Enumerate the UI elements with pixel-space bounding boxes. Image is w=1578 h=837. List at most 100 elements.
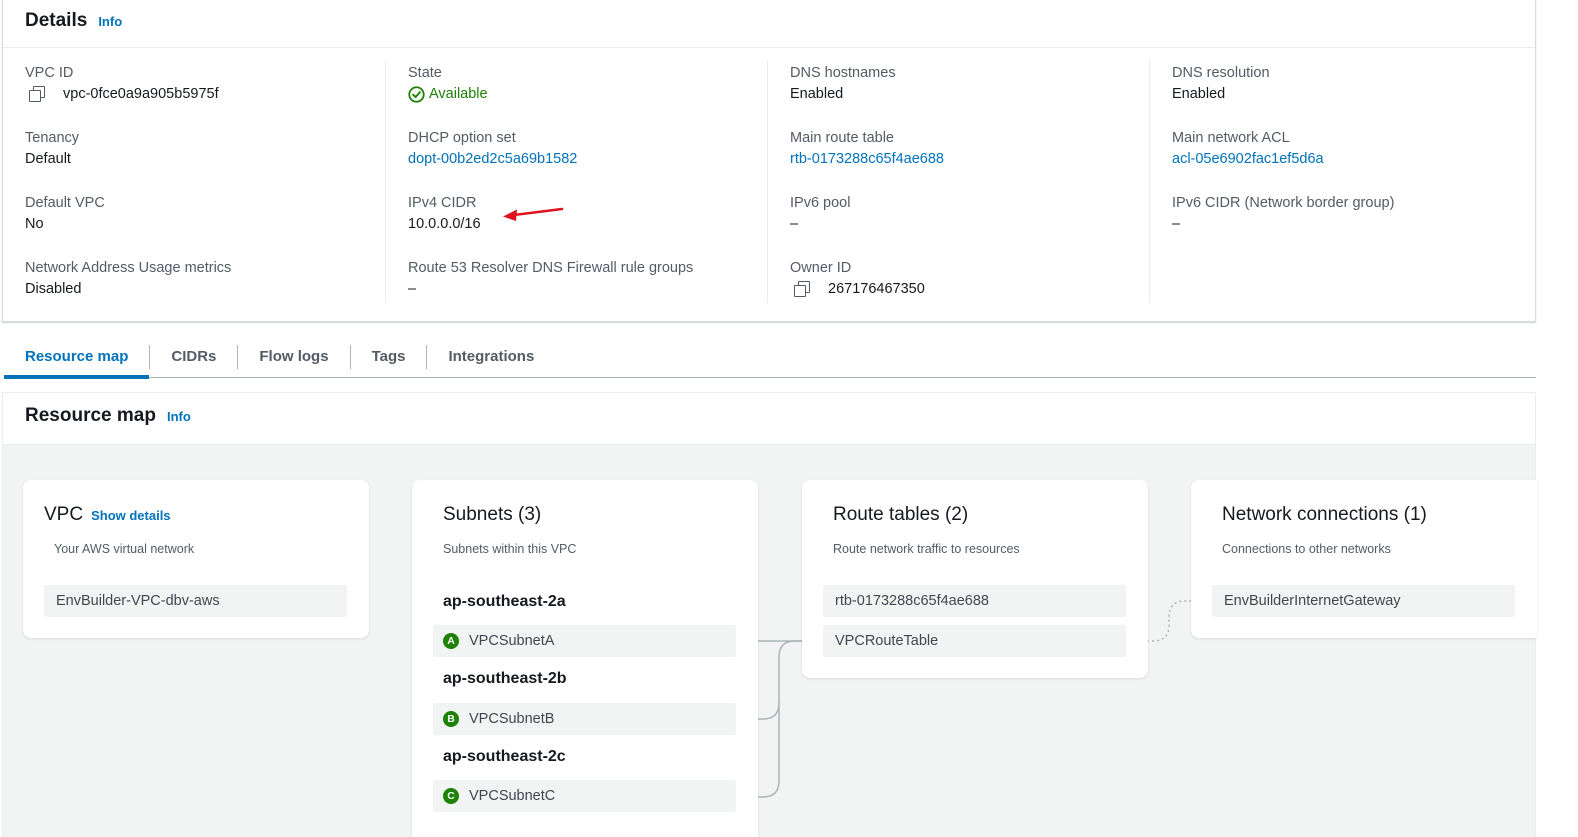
field-label: Tenancy	[25, 130, 80, 146]
dns-resolution-value: Enabled	[1172, 86, 1226, 102]
field-label: IPv4 CIDR	[408, 195, 477, 211]
route-tables-card: Route tables (2) Route network traffic t…	[802, 480, 1148, 678]
field-label: DNS resolution	[1172, 65, 1270, 81]
details-info-link[interactable]: Info	[98, 14, 122, 29]
field-value-row: 267176467350	[790, 277, 1127, 301]
ipv4-cidr-value: 10.0.0.0/16	[408, 216, 481, 232]
tenancy-value: Default	[25, 151, 71, 167]
show-details-link[interactable]: Show details	[91, 508, 170, 523]
copy-icon[interactable]	[794, 281, 810, 297]
details-column-1: VPC ID vpc-0fce0a9a905b5975f Tenancy Def…	[3, 60, 385, 303]
default-vpc-value: No	[25, 216, 44, 232]
network-connections-card-title: Network connections (1)	[1222, 504, 1427, 525]
subnet-badge: B	[443, 711, 459, 727]
dns-hostnames-value: Enabled	[790, 86, 844, 102]
nau-metrics-value: Disabled	[25, 281, 82, 297]
tab-integrations[interactable]: Integrations	[427, 336, 555, 378]
resource-map-info-link[interactable]: Info	[167, 409, 191, 424]
dhcp-option-set-link[interactable]: dopt-00b2ed2c5a69b1582	[408, 147, 745, 171]
ipv6-pool-value: –	[790, 216, 799, 232]
subnet-chip-a[interactable]: A VPCSubnetA	[433, 625, 736, 657]
details-header: Details Info	[3, 0, 1535, 48]
field-label: Main network ACL	[1172, 130, 1290, 146]
route53-firewall-value: –	[408, 281, 417, 297]
field-label: Main route table	[790, 130, 894, 146]
owner-id-value: 267176467350	[828, 281, 925, 297]
resource-map-title: Resource map	[25, 405, 156, 426]
network-connections-card-subtitle: Connections to other networks	[1222, 542, 1391, 556]
route-tables-card-title: Route tables (2)	[833, 504, 969, 525]
field-state: State Available	[408, 60, 745, 125]
state-value: Available	[429, 86, 488, 102]
subnets-card: Subnets (3) Subnets within this VPC ap-s…	[412, 480, 758, 837]
resource-map-header: Resource map Info	[3, 393, 1535, 445]
tab-cidrs[interactable]: CIDRs	[150, 336, 237, 378]
subnet-name: VPCSubnetA	[469, 633, 555, 649]
route-tables-card-subtitle: Route network traffic to resources	[833, 542, 1020, 556]
copy-icon[interactable]	[29, 86, 45, 102]
internet-gateway-chip[interactable]: EnvBuilderInternetGateway	[1212, 585, 1515, 617]
field-route53-firewall: Route 53 Resolver DNS Firewall rule grou…	[408, 255, 745, 320]
field-owner-id: Owner ID 267176467350	[790, 255, 1127, 320]
route-table-chip[interactable]: VPCRouteTable	[823, 625, 1126, 657]
subnet-badge: A	[443, 633, 459, 649]
details-column-3: DNS hostnames Enabled Main route table r…	[767, 60, 1149, 303]
field-main-network-acl: Main network ACL acl-05e6902fac1ef5d6a	[1172, 125, 1509, 190]
details-title: Details	[25, 10, 88, 31]
tab-flow-logs[interactable]: Flow logs	[238, 336, 349, 378]
az-label: ap-southeast-2c	[443, 748, 566, 765]
field-nau-metrics: Network Address Usage metrics Disabled	[25, 255, 363, 320]
field-dns-hostnames: DNS hostnames Enabled	[790, 60, 1127, 125]
subnets-card-title: Subnets (3)	[443, 504, 542, 525]
main-route-table-link[interactable]: rtb-0173288c65f4ae688	[790, 147, 1127, 171]
network-connections-card: Network connections (1) Connections to o…	[1191, 480, 1537, 638]
resource-map-panel: Resource map Info VPC Show details Your …	[2, 392, 1537, 837]
field-value-row: vpc-0fce0a9a905b5975f	[25, 82, 363, 106]
status-ok-icon	[408, 85, 425, 103]
field-ipv4-cidr: IPv4 CIDR 10.0.0.0/16	[408, 190, 745, 255]
field-dhcp: DHCP option set dopt-00b2ed2c5a69b1582	[408, 125, 745, 190]
subnet-chip-b[interactable]: B VPCSubnetB	[433, 703, 736, 735]
details-panel: Details Info VPC ID vpc-0fce0a9a905b5975…	[2, 0, 1536, 322]
field-label: IPv6 pool	[790, 195, 851, 211]
vpc-card-title-row: VPC Show details	[44, 504, 171, 526]
field-label: VPC ID	[25, 65, 74, 81]
vpc-card-title: VPC	[44, 504, 84, 525]
field-label: IPv6 CIDR (Network border group)	[1172, 195, 1395, 211]
az-label: ap-southeast-2b	[443, 670, 567, 687]
subnet-name: VPCSubnetB	[469, 711, 555, 727]
field-tenancy: Tenancy Default	[25, 125, 363, 190]
annotation-arrow-icon	[503, 207, 564, 221]
tab-resource-map[interactable]: Resource map	[4, 336, 150, 379]
details-column-4: DNS resolution Enabled Main network ACL …	[1149, 60, 1531, 303]
field-ipv6-cidr: IPv6 CIDR (Network border group) –	[1172, 190, 1509, 255]
subnet-badge: C	[443, 788, 459, 804]
subnet-name: VPCSubnetC	[469, 788, 556, 804]
field-label: Owner ID	[790, 260, 852, 276]
subnet-chip-c[interactable]: C VPCSubnetC	[433, 780, 736, 812]
vpc-card-subtitle: Your AWS virtual network	[54, 542, 195, 556]
az-label: ap-southeast-2a	[443, 593, 566, 610]
details-grid: VPC ID vpc-0fce0a9a905b5975f Tenancy Def…	[3, 60, 1535, 303]
field-label: State	[408, 65, 442, 81]
route-table-chip[interactable]: rtb-0173288c65f4ae688	[823, 585, 1126, 617]
subnets-card-subtitle: Subnets within this VPC	[443, 542, 577, 556]
field-label: DNS hostnames	[790, 65, 896, 81]
tab-bar: Resource map CIDRs Flow logs Tags Integr…	[4, 336, 1536, 379]
field-vpc-id: VPC ID vpc-0fce0a9a905b5975f	[25, 60, 363, 125]
field-main-route-table: Main route table rtb-0173288c65f4ae688	[790, 125, 1127, 190]
field-label: Network Address Usage metrics	[25, 260, 232, 276]
field-label: Default VPC	[25, 195, 105, 211]
field-default-vpc: Default VPC No	[25, 190, 363, 255]
field-ipv6-pool: IPv6 pool –	[790, 190, 1127, 255]
field-value-row: Available	[408, 82, 745, 106]
vpc-card: VPC Show details Your AWS virtual networ…	[23, 480, 369, 638]
vpc-name-chip[interactable]: EnvBuilder-VPC-dbv-aws	[44, 585, 347, 617]
main-network-acl-link[interactable]: acl-05e6902fac1ef5d6a	[1172, 147, 1509, 171]
ipv6-cidr-value: –	[1172, 216, 1181, 232]
tab-tags[interactable]: Tags	[351, 336, 427, 378]
details-column-2: State Available DHCP option set dopt-00b…	[385, 60, 767, 303]
vpc-id-value: vpc-0fce0a9a905b5975f	[63, 86, 219, 102]
field-label: Route 53 Resolver DNS Firewall rule grou…	[408, 260, 694, 276]
field-dns-resolution: DNS resolution Enabled	[1172, 60, 1509, 125]
